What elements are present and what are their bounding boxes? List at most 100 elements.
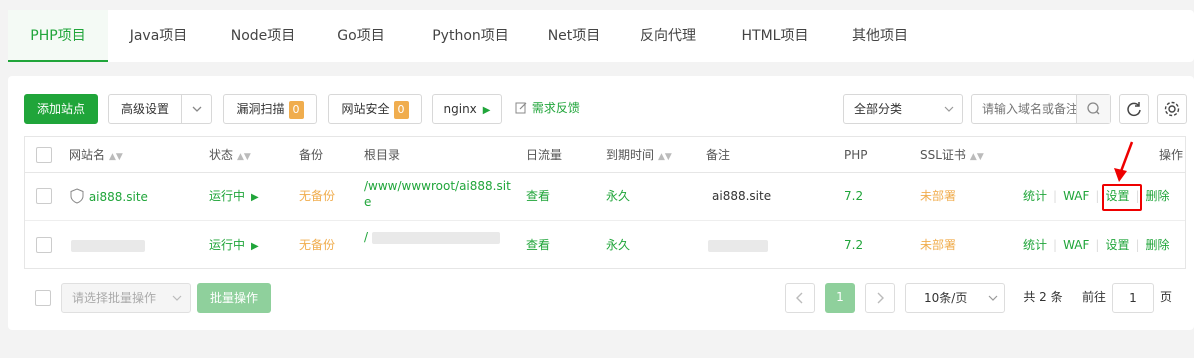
search-box: [971, 94, 1111, 124]
status-toggle[interactable]: 运行中 ▶: [209, 237, 259, 255]
col-name[interactable]: 网站名 ▲▼: [69, 147, 123, 165]
tab-reverse-proxy[interactable]: 反向代理: [630, 10, 706, 62]
tab-python[interactable]: Python项目: [418, 10, 523, 62]
chevron-down-icon: [944, 95, 954, 135]
ssl-link[interactable]: 未部署: [920, 237, 956, 253]
col-expire-label: 到期时间: [606, 148, 655, 162]
col-root: 根目录: [364, 148, 401, 162]
stats-link[interactable]: 统计: [1023, 189, 1047, 203]
tab-java[interactable]: Java项目: [116, 10, 201, 62]
redacted-remark: [708, 239, 768, 252]
select-all-checkbox[interactable]: [36, 147, 52, 163]
play-icon: ▶: [482, 105, 491, 116]
chevron-right-icon: [877, 292, 884, 304]
row-checkbox[interactable]: [36, 188, 52, 204]
security-count-badge: 0: [393, 100, 409, 119]
site-name-link[interactable]: [71, 237, 145, 253]
remark-text[interactable]: [708, 237, 768, 253]
category-value: 全部分类: [854, 102, 903, 116]
status-label: 运行中: [209, 189, 246, 203]
col-status-label: 状态: [209, 148, 234, 162]
arrow-annotation-icon: [1114, 141, 1134, 182]
search-input[interactable]: [982, 95, 1078, 123]
chevron-down-icon: [172, 284, 182, 324]
prev-page-button[interactable]: [785, 283, 815, 313]
sort-icon: ▲▼: [237, 152, 251, 162]
waf-shield-icon: [69, 188, 89, 204]
stats-link[interactable]: 统计: [1023, 238, 1047, 252]
ssl-link[interactable]: 未部署: [920, 188, 956, 204]
nginx-button[interactable]: nginx ▶: [432, 94, 502, 124]
root-dir-link[interactable]: /www/wwwroot/ai888.sit e: [364, 178, 511, 210]
page-unit-label: 页: [1159, 290, 1172, 304]
status-label: 运行中: [209, 238, 246, 252]
php-version-link[interactable]: 7.2: [844, 188, 863, 204]
batch-action-select[interactable]: 请选择批量操作: [61, 283, 191, 313]
search-icon[interactable]: [1076, 95, 1110, 123]
play-icon: ▶: [251, 241, 259, 252]
php-version-link[interactable]: 7.2: [844, 237, 863, 253]
goto-page-input[interactable]: 1: [1112, 283, 1154, 313]
traffic-link[interactable]: 查看: [526, 188, 550, 204]
row-checkbox[interactable]: [36, 237, 52, 253]
refresh-icon[interactable]: [1119, 94, 1149, 124]
waf-link[interactable]: WAF: [1063, 189, 1089, 203]
col-ssl[interactable]: SSL证书 ▲▼: [920, 147, 984, 165]
row-actions: 统计 | WAF | 设置 | 删除: [1023, 238, 1170, 252]
backup-link[interactable]: 无备份: [299, 237, 335, 253]
vuln-scan-button[interactable]: 漏洞扫描 0: [223, 94, 317, 124]
tab-html[interactable]: HTML项目: [730, 10, 820, 62]
col-backup: 备份: [299, 148, 324, 162]
status-toggle[interactable]: 运行中 ▶: [209, 188, 259, 206]
root-dir-line1: /: [364, 230, 369, 244]
settings-highlight-box: [1102, 184, 1142, 211]
advanced-settings-dropdown[interactable]: 高级设置: [108, 94, 212, 124]
edit-icon: [515, 101, 532, 115]
feedback-label: 需求反馈: [531, 101, 580, 115]
expire-link[interactable]: 永久: [606, 237, 630, 253]
col-name-label: 网站名: [69, 148, 106, 162]
gear-icon[interactable]: [1157, 94, 1187, 124]
batch-action-button[interactable]: 批量操作: [197, 283, 271, 313]
root-dir-line2: e: [364, 195, 372, 209]
tab-php[interactable]: PHP项目: [8, 10, 108, 62]
site-security-button[interactable]: 网站安全 0: [328, 94, 422, 124]
waf-link[interactable]: WAF: [1063, 238, 1089, 252]
category-select[interactable]: 全部分类: [843, 94, 963, 124]
col-ops: 操作: [1159, 148, 1184, 162]
tab-node[interactable]: Node项目: [218, 10, 308, 62]
next-page-button[interactable]: [865, 283, 895, 313]
chevron-left-icon: [796, 292, 803, 304]
site-list-panel: 添加站点 高级设置 漏洞扫描 0 网站安全 0 nginx ▶ 需求反馈 全部分类: [8, 76, 1194, 330]
col-status[interactable]: 状态 ▲▼: [209, 147, 251, 165]
col-expire[interactable]: 到期时间 ▲▼: [606, 147, 672, 165]
page-size-select[interactable]: 10条/页: [905, 283, 1005, 313]
project-tabs: PHP项目 Java项目 Node项目 Go项目 Python项目 Net项目 …: [8, 10, 1194, 62]
tab-go[interactable]: Go项目: [326, 10, 396, 62]
table-row: 运行中 ▶ 无备份 / 查看 永久 7.2 未部署 统计 | WAF | 设置 | 删除: [25, 221, 1185, 269]
table-row: ai888.site 运行中 ▶ 无备份 /www/wwwroot/ai888.s…: [25, 173, 1185, 221]
delete-link[interactable]: 删除: [1146, 189, 1170, 203]
chevron-down-icon[interactable]: [181, 95, 211, 123]
col-ssl-label: SSL证书: [920, 148, 966, 162]
delete-link[interactable]: 删除: [1146, 238, 1170, 252]
vuln-count-badge: 0: [288, 100, 304, 119]
traffic-link[interactable]: 查看: [526, 237, 550, 253]
page-number-button[interactable]: 1: [825, 283, 855, 313]
backup-link[interactable]: 无备份: [299, 188, 335, 204]
root-dir-link[interactable]: /: [364, 229, 501, 245]
vuln-scan-label: 漏洞扫描: [236, 102, 285, 116]
root-dir-line1: /www/wwwroot/ai888.sit: [364, 179, 511, 193]
tab-net[interactable]: Net项目: [538, 10, 610, 62]
feedback-link[interactable]: 需求反馈: [515, 99, 580, 117]
expire-link[interactable]: 永久: [606, 188, 630, 204]
site-name: ai888.site: [88, 190, 148, 204]
site-table: 网站名 ▲▼ 状态 ▲▼ 备份 根目录 日流量 到期时间 ▲▼ 备注 PHP SSL证…: [24, 136, 1186, 269]
remark-text[interactable]: ai888.site: [712, 188, 771, 204]
settings-link[interactable]: 设置: [1105, 238, 1129, 252]
tab-other[interactable]: 其他项目: [840, 10, 920, 62]
site-security-label: 网站安全: [341, 102, 390, 116]
batch-select-all-checkbox[interactable]: [35, 290, 51, 306]
site-name-link[interactable]: ai888.site: [69, 188, 148, 205]
add-site-button[interactable]: 添加站点: [24, 94, 98, 124]
